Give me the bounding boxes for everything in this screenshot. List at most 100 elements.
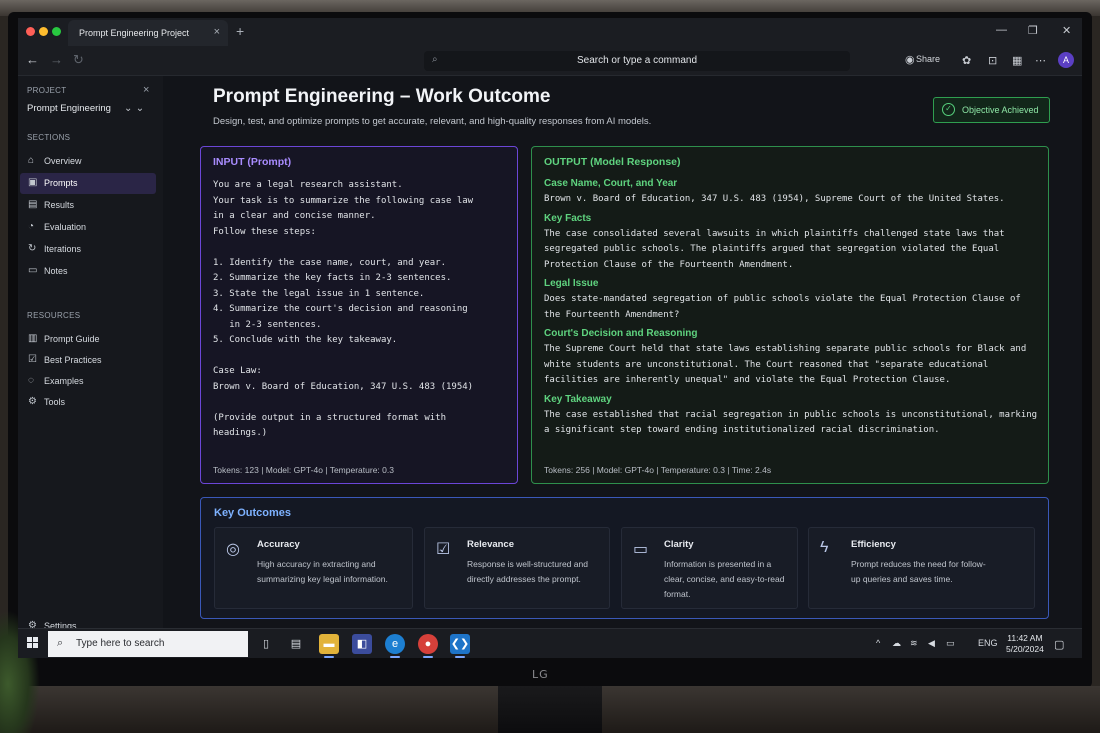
outcome-card-title: Accuracy (257, 539, 300, 550)
apps-icon[interactable]: ▦ (1012, 54, 1022, 67)
browser-toolbar: ← → ↻ ⌕ Search or type a command ◉ Share… (18, 46, 1082, 76)
page-title: Prompt Engineering – Work Outcome (213, 86, 551, 107)
status-badge: ✓ Objective Achieved (933, 97, 1050, 123)
sections-caption: SECTIONS (27, 133, 71, 142)
user-avatar[interactable]: A (1058, 52, 1074, 68)
sidebar-item-prompt-guide[interactable]: ▥ Prompt Guide (20, 329, 156, 350)
outcome-card-desc: High accuracy in extracting and summariz… (257, 559, 388, 584)
taskbar-search-input[interactable]: ⌕ Type here to search (48, 631, 248, 657)
tray-expand-icon[interactable]: ^ (876, 638, 880, 648)
status-badge-label: Objective Achieved (962, 105, 1039, 115)
share-button[interactable]: Share (916, 54, 940, 64)
tab-close-icon[interactable]: × (214, 26, 220, 38)
language-indicator[interactable]: ENG (978, 638, 998, 648)
reload-icon[interactable]: ↻ (73, 52, 84, 68)
project-chevron-icon[interactable]: ⌄ ⌄ (124, 103, 144, 114)
screen: Prompt Engineering Project × + — ❐ ✕ ← →… (18, 18, 1082, 658)
outcome-card-relevance: ☑ Relevance Response is well-structured … (424, 527, 610, 609)
output-section: Key Takeaway The case established that r… (544, 394, 1039, 439)
output-section-heading: Court's Decision and Reasoning (544, 328, 698, 339)
outcome-card-efficiency: ϟ Efficiency Prompt reduces the need for… (808, 527, 1035, 609)
outcome-card-title: Relevance (467, 539, 515, 550)
prompt-text[interactable]: You are a legal research assistant. Your… (213, 178, 473, 442)
output-section-text: The case consolidated several lawsuits i… (544, 228, 1005, 270)
notifications-icon[interactable]: ▢ (1054, 638, 1064, 651)
sidebar-item-examples[interactable]: ◌ Examples (20, 371, 156, 392)
book-icon: ▥ (28, 333, 38, 344)
search-icon: ⌕ (432, 54, 438, 65)
wifi-icon[interactable]: ≋ (910, 638, 918, 649)
store-icon[interactable]: ◧ (352, 634, 372, 654)
more-options-icon[interactable]: ⋯ (1035, 54, 1046, 67)
home-icon: ⌂ (28, 155, 35, 166)
outcome-card-accuracy: ◎ Accuracy High accuracy in extracting a… (214, 527, 413, 609)
cloud-icon[interactable]: ☁ (892, 638, 901, 649)
outcome-card-desc: Prompt reduces the need for follow-up qu… (851, 559, 986, 584)
lightning-icon: ϟ (820, 539, 829, 556)
wrench-icon: ⚙ (28, 396, 37, 407)
lightbulb-icon: ◌ (28, 375, 34, 386)
input-panel: INPUT (Prompt) You are a legal research … (200, 146, 518, 484)
sidebar-item-overview[interactable]: ⌂ Overview (20, 151, 156, 172)
outcome-card-desc: Response is well-structured and directly… (467, 559, 588, 584)
close-window-dot[interactable] (26, 27, 35, 36)
output-section-text: Brown v. Board of Education, 347 U.S. 48… (544, 194, 1005, 204)
project-selector[interactable]: Prompt Engineering (27, 103, 111, 114)
maximize-window-dot[interactable] (52, 27, 61, 36)
clock-time: 11:42 AM (1007, 633, 1043, 643)
volume-icon[interactable]: ◀ (928, 638, 935, 649)
outcome-card-title: Efficiency (851, 539, 896, 550)
output-section-text: Does state-mandated segregation of publi… (544, 294, 1021, 320)
sidebar-item-evaluation[interactable]: ◔ Evaluation (20, 217, 156, 238)
sidebar: PROJECT × Prompt Engineering ⌄ ⌄ SECTION… (18, 76, 163, 631)
download-icon[interactable]: ⊡ (988, 54, 997, 67)
input-meta: Tokens: 123 | Model: GPT-4o | Temperatur… (213, 465, 394, 475)
restore-icon[interactable]: ❐ (1028, 24, 1038, 37)
check-square-icon: ☑ (436, 541, 451, 558)
vscode-icon[interactable]: ❮❯ (450, 634, 470, 658)
chrome-icon[interactable]: ● (418, 634, 438, 658)
windows-start-icon[interactable] (27, 637, 39, 649)
outcome-card-title: Clarity (664, 539, 694, 550)
new-tab-icon[interactable]: + (236, 23, 244, 39)
sidebar-item-notes[interactable]: ▭ Notes (20, 261, 156, 282)
sidebar-item-label: Evaluation (44, 222, 87, 232)
sidebar-item-label: Prompt Guide (44, 334, 100, 344)
sidebar-item-label: Examples (44, 376, 84, 386)
sidebar-item-tools[interactable]: ⚙ Tools (20, 392, 156, 413)
page-subtitle: Design, test, and optimize prompts to ge… (213, 116, 652, 127)
minimize-icon[interactable]: — (996, 24, 1007, 36)
close-icon[interactable]: ✕ (1062, 24, 1071, 37)
battery-icon[interactable]: ▭ (946, 638, 955, 649)
chart-icon: ◔ (28, 221, 35, 232)
sidebar-item-best-practices[interactable]: ☑ Best Practices (20, 350, 156, 371)
widgets-icon[interactable]: ▤ (286, 634, 306, 654)
outcome-card-clarity: ▭ Clarity Information is presented in a … (621, 527, 798, 609)
output-meta: Tokens: 256 | Model: GPT-4o | Temperatur… (544, 465, 772, 475)
sidebar-item-label: Tools (44, 397, 66, 407)
taskbar-clock[interactable]: 11:42 AM 5/20/2024 (1006, 633, 1044, 655)
sidebar-item-label: Prompts (44, 178, 78, 188)
output-section: Court's Decision and Reasoning The Supre… (544, 328, 1039, 389)
project-caption: PROJECT (27, 86, 67, 95)
resources-caption: RESOURCES (27, 311, 81, 320)
task-view-icon[interactable]: ▯ (256, 634, 276, 654)
edge-icon[interactable]: e (385, 634, 405, 658)
extension-icon[interactable]: ✿ (962, 54, 971, 67)
back-arrow-icon[interactable]: ← (26, 52, 39, 67)
forward-arrow-icon[interactable]: → (50, 52, 63, 67)
browser-tab[interactable]: Prompt Engineering Project × (68, 20, 228, 46)
output-section: Legal Issue Does state-mandated segregat… (544, 278, 1039, 323)
speech-bubble-icon: ▭ (633, 541, 649, 558)
output-section: Case Name, Court, and Year Brown v. Boar… (544, 178, 1039, 208)
outcome-card-desc: Information is presented in a clear, con… (664, 559, 785, 599)
collapse-sidebar-icon[interactable]: × (143, 84, 150, 96)
sidebar-item-label: Results (44, 200, 75, 210)
sidebar-item-results[interactable]: ▤ Results (20, 195, 156, 216)
minimize-window-dot[interactable] (39, 27, 48, 36)
share-icon[interactable]: ◉ (905, 53, 915, 66)
file-explorer-icon[interactable]: ▬ (319, 634, 339, 658)
sidebar-item-iterations[interactable]: ↻ Iterations (20, 239, 156, 260)
sidebar-item-prompts[interactable]: ▣ Prompts (20, 173, 156, 194)
command-search-bar[interactable]: ⌕ Search or type a command (424, 51, 850, 71)
